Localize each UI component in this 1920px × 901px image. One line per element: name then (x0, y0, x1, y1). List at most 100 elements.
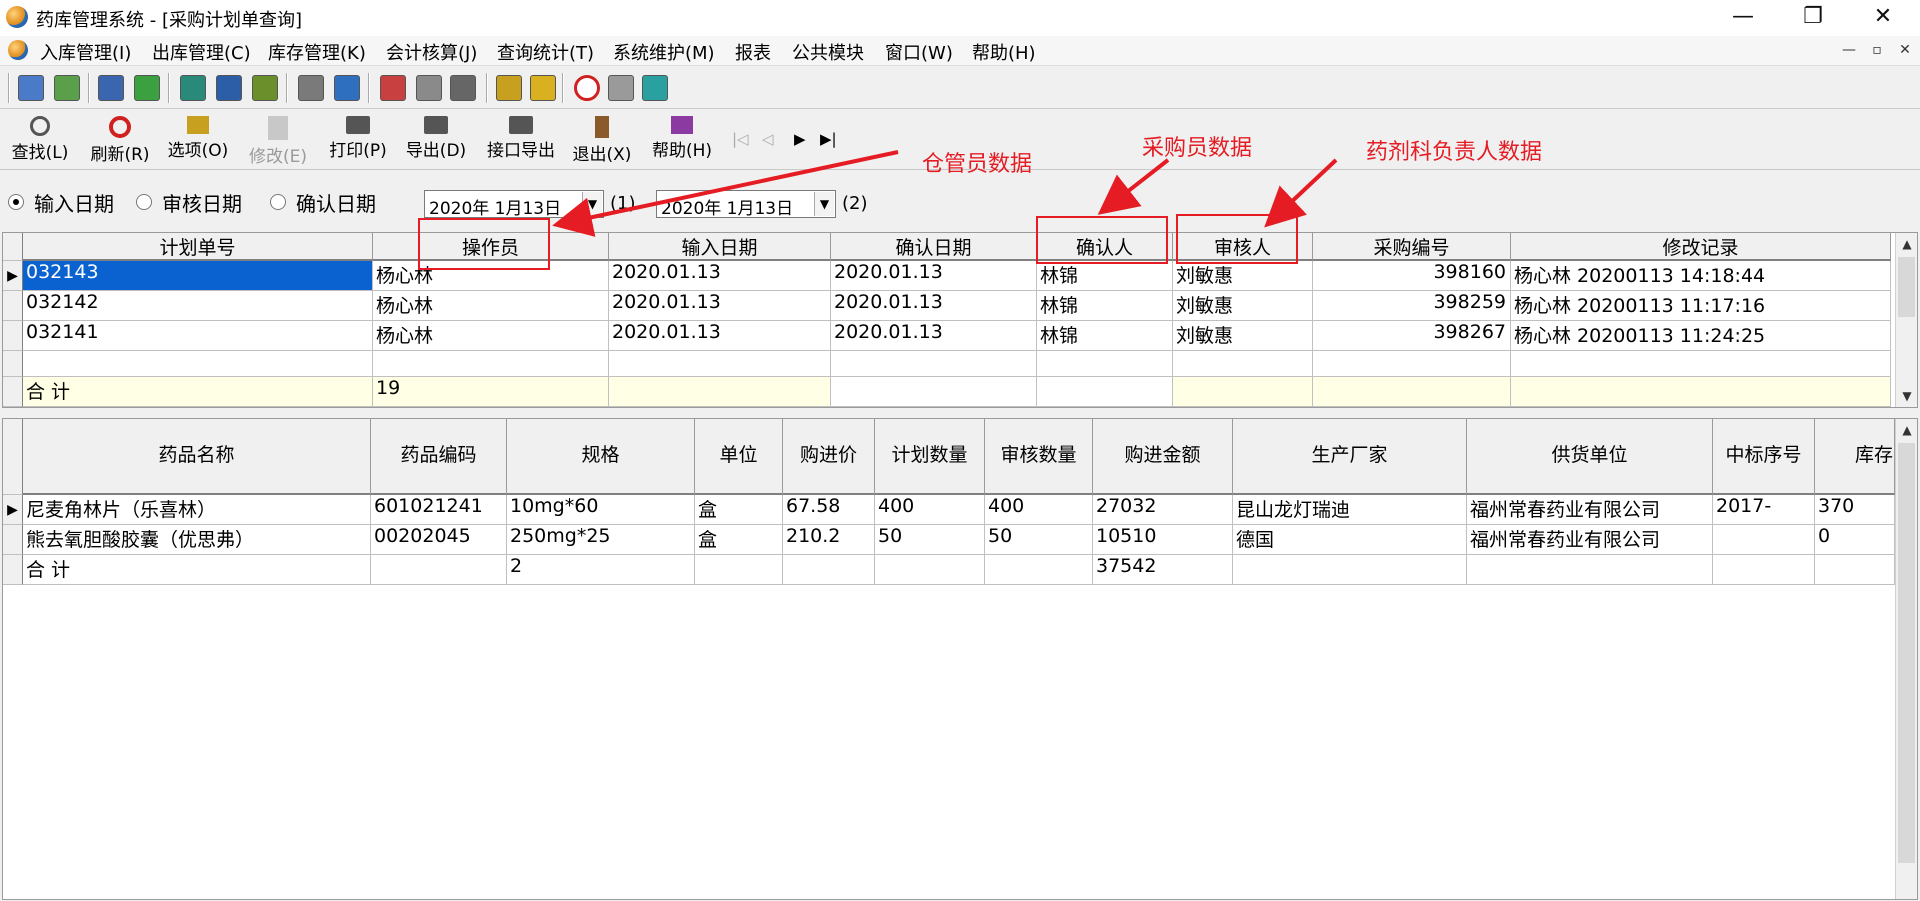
date-from-picker[interactable]: 2020年 1月13日 ▼ (424, 190, 604, 219)
table-cell[interactable] (1713, 525, 1815, 555)
menu-system[interactable]: 系统维护(M) (613, 39, 715, 65)
table-cell[interactable]: 2020.01.13 (831, 321, 1037, 351)
col-purchase-price[interactable]: 购进价 (783, 419, 875, 495)
col-supplier[interactable]: 供货单位 (1467, 419, 1713, 495)
table-cell[interactable] (831, 351, 1037, 377)
new-doc-icon[interactable] (18, 75, 44, 101)
table-cell[interactable]: 210.2 (783, 525, 875, 555)
table-cell[interactable]: 盒 (695, 525, 783, 555)
find-button[interactable]: 查找(L) (6, 114, 74, 168)
mdi-minimize-button[interactable]: — (1838, 42, 1860, 62)
col-drug-name[interactable]: 药品名称 (23, 419, 371, 495)
options-button[interactable]: 选项(O) (164, 114, 232, 168)
table-cell[interactable]: 尼麦角林片（乐喜林） (23, 495, 371, 525)
grid-close-icon[interactable] (642, 75, 668, 101)
close-window-button[interactable]: ✕ (1854, 0, 1912, 34)
menu-accounting[interactable]: 会计核算(J) (386, 39, 477, 65)
table-cell[interactable]: 林锦 (1037, 321, 1173, 351)
scroll-thumb[interactable] (1898, 257, 1915, 317)
table-cell[interactable]: 398160 (1313, 261, 1511, 291)
interface-export-button[interactable]: 接口导出 (480, 114, 562, 168)
table-cell[interactable]: 032141 (23, 321, 373, 351)
row-indicator[interactable] (3, 351, 23, 377)
row-indicator[interactable] (3, 321, 23, 351)
table-cell[interactable]: 2017- (1713, 495, 1815, 525)
col-audit-qty[interactable]: 审核数量 (985, 419, 1093, 495)
col-unit[interactable]: 单位 (695, 419, 783, 495)
folder-icon[interactable] (496, 75, 522, 101)
col-purchase-no[interactable]: 采购编号 (1313, 233, 1511, 261)
table-cell[interactable]: 杨心林 (373, 321, 609, 351)
table-cell[interactable]: 398267 (1313, 321, 1511, 351)
col-plan-no[interactable]: 计划单号 (23, 233, 373, 261)
table-cell[interactable]: 德国 (1233, 525, 1467, 555)
first-record-button[interactable]: |◁ (732, 130, 749, 148)
current-row-indicator-icon[interactable]: ▶ (3, 261, 23, 291)
plan-grid-scrollbar[interactable]: ▲ ▼ (1895, 233, 1917, 407)
table-cell[interactable]: 杨心林 20200113 14:18:44 (1511, 261, 1891, 291)
approve-check-icon[interactable] (134, 75, 160, 101)
stop-icon[interactable] (574, 75, 600, 101)
table-cell[interactable]: 400 (985, 495, 1093, 525)
minimize-button[interactable]: — (1714, 0, 1772, 34)
menu-help[interactable]: 帮助(H) (972, 39, 1036, 65)
col-purchase-amount[interactable]: 购进金额 (1093, 419, 1233, 495)
table-cell[interactable] (1313, 351, 1511, 377)
menu-inventory[interactable]: 库存管理(K) (268, 39, 366, 65)
search-icon[interactable] (450, 75, 476, 101)
table-cell[interactable]: 032142 (23, 291, 373, 321)
col-manufacturer[interactable]: 生产厂家 (1233, 419, 1467, 495)
tools-icon[interactable] (416, 75, 442, 101)
table-cell[interactable] (1173, 351, 1313, 377)
col-confirm-date[interactable]: 确认日期 (831, 233, 1037, 261)
table-cell[interactable]: 27032 (1093, 495, 1233, 525)
prev-record-button[interactable]: ◁ (762, 130, 774, 148)
calendar-icon[interactable] (380, 75, 406, 101)
table-cell[interactable]: 601021241 (371, 495, 507, 525)
table-cell[interactable]: 67.58 (783, 495, 875, 525)
table-cell[interactable]: 刘敏惠 (1173, 321, 1313, 351)
clipboard-icon[interactable] (180, 75, 206, 101)
hexagon-icon[interactable] (608, 75, 634, 101)
col-bid-no[interactable]: 中标序号 (1713, 419, 1815, 495)
scroll-up-icon[interactable]: ▲ (1896, 419, 1917, 441)
table-cell[interactable]: 杨心林 20200113 11:24:25 (1511, 321, 1891, 351)
table-cell[interactable]: 福州常春药业有限公司 (1467, 525, 1713, 555)
radio-confirm-date-label[interactable]: 确认日期 (296, 188, 376, 217)
print-button[interactable]: 打印(P) (324, 114, 392, 168)
date-to-picker[interactable]: 2020年 1月13日 ▼ (656, 190, 836, 219)
table-cell[interactable]: 10mg*60 (507, 495, 695, 525)
table-cell[interactable]: 昆山龙灯瑞迪 (1233, 495, 1467, 525)
table-cell[interactable]: 2020.01.13 (609, 291, 831, 321)
radio-audit-date[interactable] (136, 194, 152, 210)
table-cell[interactable]: 2020.01.13 (609, 261, 831, 291)
menu-inbound[interactable]: 入库管理(I) (40, 39, 131, 65)
table-cell[interactable]: 林锦 (1037, 261, 1173, 291)
table-cell[interactable]: 400 (875, 495, 985, 525)
table-cell[interactable]: 福州常春药业有限公司 (1467, 495, 1713, 525)
table-cell[interactable]: 250mg*25 (507, 525, 695, 555)
table-cell[interactable]: 熊去氧胆酸胶囊（优思弗） (23, 525, 371, 555)
table-cell[interactable]: 2020.01.13 (831, 261, 1037, 291)
current-row-indicator-icon[interactable]: ▶ (3, 495, 23, 525)
table-cell[interactable]: 盒 (695, 495, 783, 525)
table-cell[interactable]: 刘敏惠 (1173, 261, 1313, 291)
table-cell[interactable]: 10510 (1093, 525, 1233, 555)
mdi-close-button[interactable]: ✕ (1894, 42, 1916, 62)
maximize-restore-button[interactable]: ❐ (1784, 0, 1842, 34)
refresh-button[interactable]: 刷新(R) (86, 114, 154, 168)
table-cell[interactable]: 032143 (23, 261, 373, 291)
radio-input-date[interactable] (8, 194, 24, 210)
export-button[interactable]: 导出(D) (402, 114, 470, 168)
col-modify-log[interactable]: 修改记录 (1511, 233, 1891, 261)
menu-reports[interactable]: 报表 (735, 39, 771, 65)
scroll-down-icon[interactable]: ▼ (1896, 385, 1917, 407)
chevron-down-icon[interactable]: ▼ (582, 192, 602, 216)
row-indicator[interactable] (3, 291, 23, 321)
col-input-date[interactable]: 输入日期 (609, 233, 831, 261)
table-cell[interactable]: 00202045 (371, 525, 507, 555)
col-drug-code[interactable]: 药品编码 (371, 419, 507, 495)
menu-window[interactable]: 窗口(W) (885, 39, 953, 65)
col-spec[interactable]: 规格 (507, 419, 695, 495)
edit-doc-icon[interactable] (54, 75, 80, 101)
